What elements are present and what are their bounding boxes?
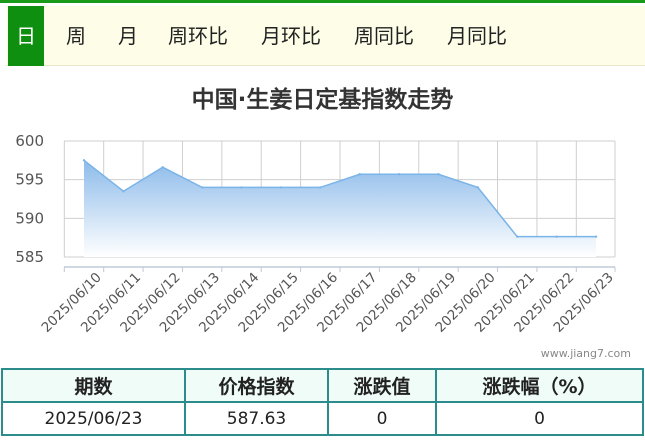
table-header-row: 期数 价格指数 涨跌值 涨跌幅（%） — [1, 368, 644, 403]
y-tick-label: 595 — [15, 171, 44, 189]
data-point — [319, 186, 322, 189]
cell-period: 2025/06/23 — [1, 401, 186, 436]
data-point — [240, 186, 243, 189]
data-point — [200, 186, 204, 189]
cell-change-value: 0 — [327, 401, 437, 436]
index-trend-chart: 585590595600 2025/06/102025/06/112025/06… — [15, 132, 616, 336]
data-point — [82, 159, 86, 162]
data-point — [358, 173, 361, 176]
header-price-index: 价格指数 — [184, 368, 329, 403]
data-point — [476, 186, 480, 189]
data-point — [161, 166, 164, 169]
y-tick-label: 590 — [15, 209, 44, 227]
data-point — [437, 173, 440, 176]
cell-price-index: 587.63 — [184, 401, 329, 436]
site-watermark: www.jiang7.com — [540, 347, 631, 360]
latest-index-table: 期数 价格指数 涨跌值 涨跌幅（%） 2025/06/23 587.63 0 0 — [1, 368, 644, 436]
data-point — [555, 235, 558, 238]
data-point — [516, 235, 519, 238]
y-tick-label: 600 — [15, 132, 44, 150]
y-tick-label: 585 — [15, 248, 44, 266]
data-point — [279, 186, 283, 189]
header-change-value: 涨跌值 — [327, 368, 437, 403]
header-period: 期数 — [1, 368, 186, 403]
data-point — [122, 190, 125, 193]
data-point — [397, 173, 401, 176]
table-row: 2025/06/23 587.63 0 0 — [1, 401, 644, 436]
header-change-percent: 涨跌幅（%） — [435, 368, 644, 403]
cell-change-percent: 0 — [435, 401, 644, 436]
data-point — [594, 235, 598, 238]
